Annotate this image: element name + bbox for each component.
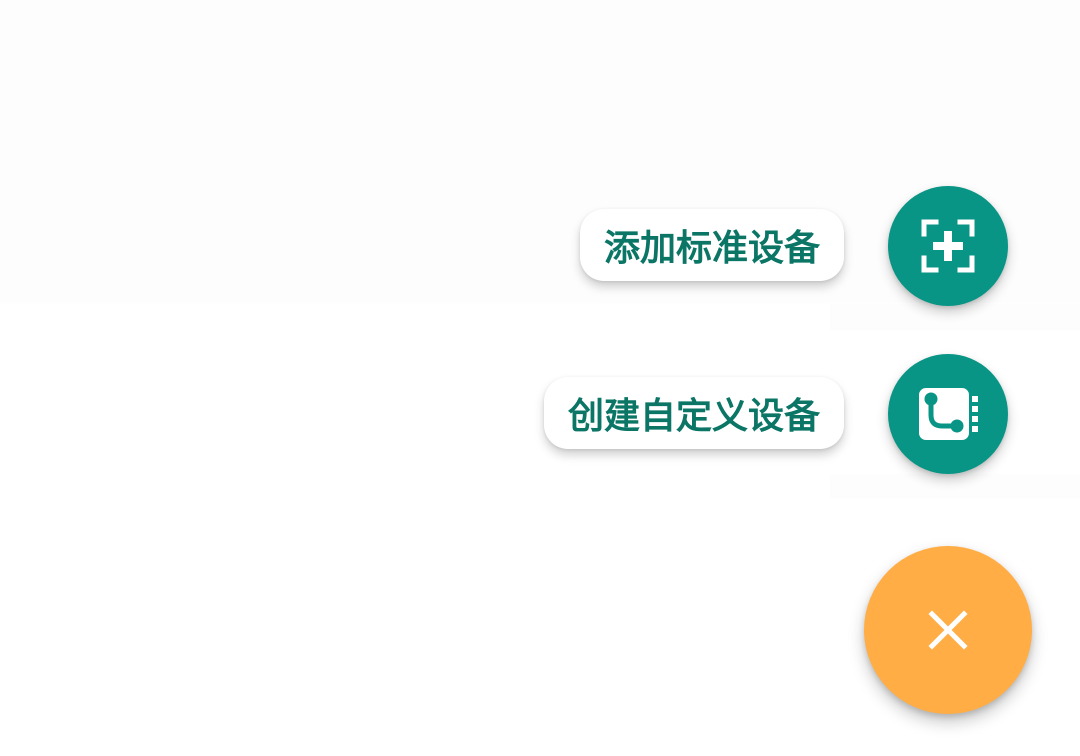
scan-add-icon — [918, 216, 978, 276]
create-custom-device-label-chip[interactable]: 创建自定义设备 — [544, 377, 844, 449]
add-standard-device-label-chip[interactable]: 添加标准设备 — [580, 209, 844, 281]
add-standard-device-button[interactable] — [888, 186, 1008, 306]
custom-device-icon — [915, 384, 981, 444]
close-speed-dial-button[interactable] — [864, 546, 1032, 714]
add-standard-device-label: 添加标准设备 — [603, 228, 820, 269]
screen-background: 添加标准设备 创建自定义设备 — [0, 0, 1080, 756]
create-custom-device-button[interactable] — [888, 354, 1008, 474]
background-shade — [830, 304, 1080, 330]
close-icon — [928, 610, 968, 650]
background-shade — [830, 474, 1080, 498]
create-custom-device-label: 创建自定义设备 — [567, 396, 820, 437]
